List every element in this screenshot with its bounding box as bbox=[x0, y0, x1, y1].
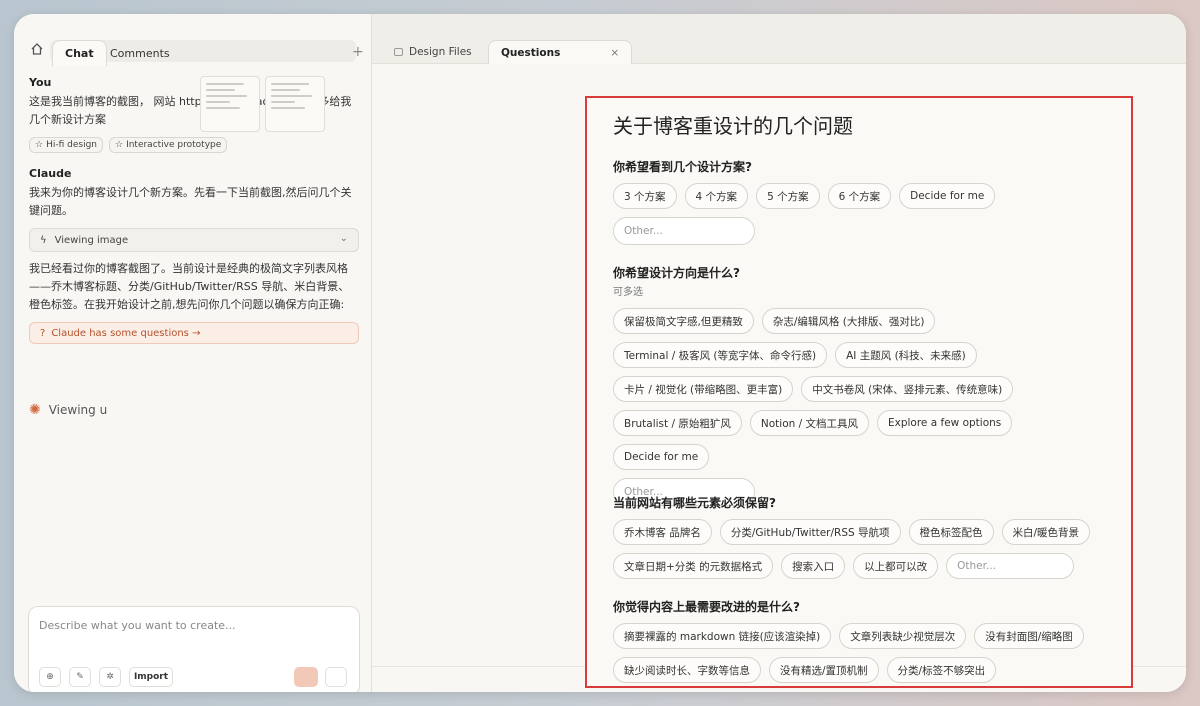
option-chip[interactable]: 摘要裸露的 markdown 链接(应该渲染掉) bbox=[613, 623, 832, 649]
option-chip[interactable]: Brutalist / 原始粗犷风 bbox=[613, 410, 742, 436]
bolt-icon: ϟ bbox=[40, 234, 47, 246]
tab-label: Design Files bbox=[409, 46, 472, 58]
option-chip[interactable]: 分类/GitHub/Twitter/RSS 导航项 bbox=[719, 519, 901, 545]
import-button[interactable]: Import bbox=[129, 667, 173, 687]
question-count: 你希望看到几个设计方案? 3 个方案 4 个方案 5 个方案 6 个方案 Dec… bbox=[613, 158, 1113, 245]
form-title: 关于博客重设计的几个问题 bbox=[613, 114, 853, 138]
question-label: 你希望看到几个设计方案? bbox=[613, 160, 752, 174]
assistant-message-2: 我已经看过你的博客截图了。当前设计是经典的极简文字列表风格——乔木博客标题、分类… bbox=[29, 262, 350, 311]
option-chip[interactable]: 保留极简文字感,但更精致 bbox=[613, 308, 754, 334]
composer-tools: ⊕ ✎ ✲ Import bbox=[39, 667, 173, 687]
option-chip[interactable]: 中文书卷风 (宋体、竖排元素、传统意味) bbox=[801, 376, 1014, 402]
option-chip[interactable]: AI 主题风 (科技、未来感) bbox=[835, 342, 977, 368]
option-chip[interactable]: 乔木博客 品牌名 bbox=[613, 519, 712, 545]
question-icon: ? bbox=[40, 327, 46, 339]
file-icon bbox=[394, 48, 403, 56]
question-direction: 你希望设计方向是什么? 可多选 保留极简文字感,但更精致 杂志/编辑风格 (大排… bbox=[613, 264, 1113, 506]
tab-label: Questions bbox=[501, 46, 561, 59]
option-chip[interactable]: 橙色标签配色 bbox=[908, 519, 994, 545]
tab-questions[interactable]: Questions × bbox=[488, 40, 633, 64]
option-chip[interactable]: Terminal / 极客风 (等宽字体、命令行感) bbox=[613, 342, 828, 368]
question-label: 当前网站有哪些元素必须保留? bbox=[613, 496, 776, 510]
add-tab-icon[interactable]: + bbox=[352, 44, 364, 60]
star-icon: ☆ bbox=[35, 140, 44, 150]
status-indicator: ✺ Viewing u bbox=[29, 402, 107, 418]
chat-panel: Chat Comments + You 这是我当前博客的截图， 网站 https… bbox=[14, 14, 372, 692]
send-button[interactable] bbox=[294, 667, 318, 687]
option-chip[interactable]: 6 个方案 bbox=[827, 183, 892, 209]
option-chip[interactable]: Notion / 文档工具风 bbox=[749, 410, 869, 436]
prompt-input[interactable]: Describe what you want to create... bbox=[39, 619, 236, 632]
assistant-message-1: 我来为你的博客设计几个新方案。先看一下当前截图,然后问几个关键问题。 bbox=[29, 186, 352, 217]
question-hint: 可多选 bbox=[613, 287, 643, 298]
option-chip[interactable]: 米白/暖色背景 bbox=[1001, 519, 1091, 545]
option-chip[interactable]: 没有精选/置顶机制 bbox=[769, 657, 879, 683]
question-label: 你觉得内容上最需要改进的是什么? bbox=[613, 600, 800, 614]
option-chip[interactable]: 杂志/编辑风格 (大排版、强对比) bbox=[761, 308, 936, 334]
screenshot-thumbnail[interactable] bbox=[200, 76, 260, 132]
chip-hifi-design[interactable]: ☆ Hi-fi design bbox=[29, 137, 103, 153]
close-icon[interactable]: × bbox=[610, 47, 619, 59]
question-label: 你希望设计方向是什么? bbox=[613, 266, 740, 280]
question-content-improvement: 你觉得内容上最需要改进的是什么? 摘要裸露的 markdown 链接(应该渲染掉… bbox=[613, 598, 1113, 683]
spinner-icon: ✺ bbox=[29, 402, 41, 418]
other-input[interactable]: Other... bbox=[946, 553, 1075, 579]
option-chip[interactable]: 3 个方案 bbox=[613, 183, 677, 209]
viewing-image-toggle[interactable]: ϟ Viewing image ⌄ bbox=[29, 228, 359, 252]
questions-form: 关于博客重设计的几个问题 你希望看到几个设计方案? 3 个方案 4 个方案 5 … bbox=[585, 96, 1133, 688]
tab-comments[interactable]: Comments bbox=[98, 40, 182, 66]
assistant-name: Claude bbox=[29, 167, 72, 180]
option-chip[interactable]: 缺少阅读时长、字数等信息 bbox=[613, 657, 761, 683]
screenshot-thumbnails bbox=[200, 76, 325, 132]
option-chip[interactable]: 搜索入口 bbox=[781, 553, 846, 579]
status-text: Viewing u bbox=[48, 403, 108, 417]
chip-label: Hi-fi design bbox=[46, 140, 97, 150]
prompt-composer[interactable]: Describe what you want to create... ⊕ ✎ … bbox=[28, 606, 360, 692]
star-icon: ☆ bbox=[114, 140, 124, 150]
questions-link[interactable]: ? Claude has some questions → bbox=[29, 322, 359, 344]
other-input[interactable]: Other... bbox=[613, 217, 755, 245]
pen-icon[interactable]: ✎ bbox=[69, 667, 91, 687]
chip-label: Interactive prototype bbox=[126, 140, 222, 150]
option-chip[interactable]: 卡片 / 视觉化 (带缩略图、更丰富) bbox=[613, 376, 794, 402]
sparkle-icon[interactable]: ✲ bbox=[99, 667, 121, 687]
option-chip[interactable]: 以上都可以改 bbox=[853, 553, 939, 579]
attachment-chips: ☆ Hi-fi design ☆ Interactive prototype bbox=[29, 137, 359, 153]
attach-icon[interactable]: ⊕ bbox=[39, 667, 61, 687]
option-chip[interactable]: 5 个方案 bbox=[756, 183, 820, 209]
tab-design-files[interactable]: Design Files bbox=[394, 40, 472, 64]
option-list: 摘要裸露的 markdown 链接(应该渲染掉) 文章列表缺少视觉层次 没有封面… bbox=[613, 623, 1113, 683]
questions-link-label: Claude has some questions → bbox=[51, 327, 201, 339]
option-chip[interactable]: 4 个方案 bbox=[684, 183, 749, 209]
chevron-down-icon: ⌄ bbox=[339, 233, 348, 244]
option-chip[interactable]: Explore a few options bbox=[876, 410, 1013, 436]
option-chip[interactable]: Decide for me bbox=[899, 183, 996, 209]
home-icon[interactable] bbox=[28, 40, 46, 58]
option-chip[interactable]: 分类/标签不够突出 bbox=[886, 657, 997, 683]
option-list: 乔木博客 品牌名 分类/GitHub/Twitter/RSS 导航项 橙色标签配… bbox=[613, 519, 1113, 579]
option-chip[interactable]: 文章列表缺少视觉层次 bbox=[839, 623, 967, 649]
stop-button[interactable] bbox=[325, 667, 347, 687]
question-keep-elements: 当前网站有哪些元素必须保留? 乔木博客 品牌名 分类/GitHub/Twitte… bbox=[613, 494, 1113, 579]
option-chip[interactable]: Decide for me bbox=[613, 444, 710, 470]
app-window: Chat Comments + You 这是我当前博客的截图， 网站 https… bbox=[14, 14, 1186, 692]
file-tabs: Design Files Questions × bbox=[372, 14, 1186, 64]
chip-interactive-prototype[interactable]: ☆ Interactive prototype bbox=[108, 137, 228, 153]
viewing-image-label: Viewing image bbox=[54, 234, 129, 246]
option-chip[interactable]: 文章日期+分类 的元数据格式 bbox=[613, 553, 774, 579]
option-list: 保留极简文字感,但更精致 杂志/编辑风格 (大排版、强对比) Terminal … bbox=[613, 308, 1113, 470]
screenshot-thumbnail[interactable] bbox=[265, 76, 325, 132]
option-list: 3 个方案 4 个方案 5 个方案 6 个方案 Decide for me bbox=[613, 183, 1113, 209]
option-chip[interactable]: 没有封面图/缩略图 bbox=[974, 623, 1084, 649]
